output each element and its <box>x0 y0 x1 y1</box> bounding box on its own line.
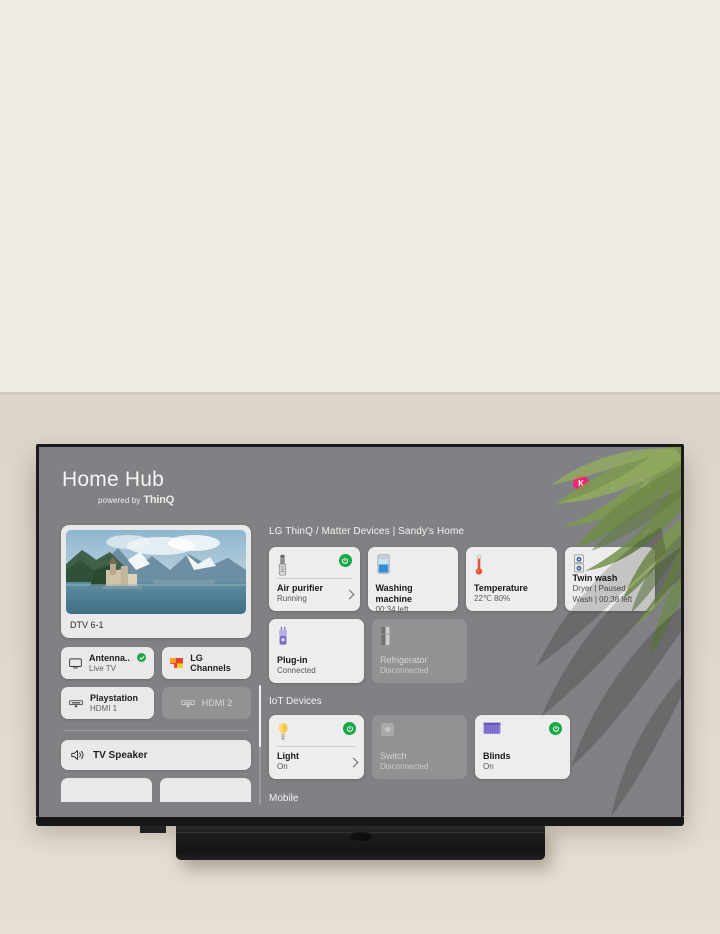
input-tile-partial[interactable] <box>61 778 152 802</box>
twin-wash-icon <box>573 554 584 573</box>
hdmi-icon <box>69 699 83 707</box>
device-status: Running <box>277 594 307 604</box>
app-branding: Home Hub powered by ThinQ <box>61 469 174 506</box>
device-name: Switch <box>380 751 407 762</box>
device-card-air-purifier[interactable]: Air purifier Running <box>269 547 360 611</box>
close-icon[interactable] <box>637 474 655 492</box>
device-card-temperature[interactable]: Temperature 22℃ 80% <box>466 547 557 611</box>
app-header: Home Hub powered by ThinQ K <box>61 469 655 515</box>
input-name: HDMI 2 <box>201 697 233 708</box>
device-status: 22℃ 80% <box>474 594 511 604</box>
input-name: Antenna.. <box>89 653 131 664</box>
device-status: On <box>277 762 288 772</box>
section-title-iot: IoT Devices <box>269 696 322 707</box>
device-card-refrigerator[interactable]: Refrigerator Disconnected <box>372 619 467 683</box>
inputs-panel: DTV 6-1 Antenna.. Live TV LG Channels Pl… <box>61 525 261 805</box>
plug-icon <box>279 626 287 645</box>
device-name: Refrigerator <box>380 655 428 666</box>
thinq-device-row-1: Air purifier Running Washing machine 00:… <box>269 547 655 614</box>
wall-upper <box>0 0 720 392</box>
refrigerator-icon <box>381 626 390 646</box>
input-tile-partial[interactable] <box>160 778 251 802</box>
device-name: Air purifier <box>277 583 324 594</box>
device-status: Disconnected <box>380 666 429 676</box>
home-hub-app: Home Hub powered by ThinQ K DTV 6-1 Ante… <box>39 447 681 817</box>
hub-body: DTV 6-1 Antenna.. Live TV LG Channels Pl… <box>61 525 655 805</box>
input-name: LG Channels <box>190 652 231 673</box>
lg-channels-icon <box>170 658 184 668</box>
card-divider <box>277 746 356 747</box>
devices-panel: LG ThinQ / Matter Devices | Sandy's Home <box>269 525 655 804</box>
tv-preview-card[interactable]: DTV 6-1 <box>61 525 251 638</box>
panel-divider <box>63 730 249 731</box>
device-card-plug-in[interactable]: Plug-in Connected <box>269 619 364 683</box>
device-status-secondary: Wash | 00:38 left <box>572 594 633 604</box>
card-divider <box>277 578 352 579</box>
device-status: Dryer | Paused <box>572 583 626 593</box>
kebab-menu-icon[interactable] <box>606 475 620 491</box>
iot-device-row: Light On Switch Disconnected Blinds On <box>269 715 655 779</box>
device-card-switch[interactable]: Switch Disconnected <box>372 715 467 779</box>
more-inputs-partial <box>61 778 251 802</box>
input-tiles: Antenna.. Live TV LG Channels Playstatio… <box>61 647 251 719</box>
device-status: Connected <box>277 666 316 676</box>
device-name: Plug-in <box>277 655 308 666</box>
speaker-icon <box>71 750 84 760</box>
power-toggle-on[interactable] <box>338 554 352 567</box>
tv-bezel: Home Hub powered by ThinQ K DTV 6-1 Ante… <box>36 444 684 826</box>
avatar[interactable]: K <box>573 475 589 491</box>
input-tile-hdmi2[interactable]: HDMI 2 <box>162 687 251 719</box>
audio-output-label: TV Speaker <box>93 749 148 761</box>
thinq-device-row-2: Plug-in Connected Refrigerator Disconnec… <box>269 619 655 683</box>
section-title-mobile: Mobile <box>269 793 299 804</box>
device-status: Disconnected <box>380 762 429 772</box>
preview-channel-label: DTV 6-1 <box>70 620 104 630</box>
air-purifier-icon <box>278 554 287 576</box>
input-sub: HDMI 1 <box>90 703 118 713</box>
soundbar-indicator <box>348 831 373 841</box>
device-card-blinds[interactable]: Blinds On <box>475 715 570 779</box>
audio-output-tv-speaker[interactable]: TV Speaker <box>61 740 251 770</box>
chevron-up-icon[interactable] <box>642 525 655 538</box>
device-card-twin-wash[interactable]: Twin wash Dryer | Paused Wash | 00:38 le… <box>564 547 655 611</box>
input-tile-lg-channels[interactable]: LG Channels <box>162 647 251 679</box>
hdmi-icon <box>180 699 195 707</box>
powered-by-thinq: powered by ThinQ <box>62 494 174 506</box>
thermometer-icon <box>475 554 483 575</box>
device-status: On <box>483 762 494 772</box>
tv-preview-image <box>66 530 246 614</box>
thinq-section-header: LG ThinQ / Matter Devices | Sandy's Home <box>269 525 655 538</box>
scrollbar-thumb[interactable] <box>258 685 261 747</box>
page-title: Home Hub <box>62 468 164 491</box>
device-name: Light <box>277 751 299 762</box>
thinq-brand: ThinQ <box>143 494 175 506</box>
device-status: 00:34 left <box>375 604 409 614</box>
washing-machine-icon <box>377 554 389 574</box>
tv-bottom-bezel <box>36 817 684 826</box>
tv-screen: Home Hub powered by ThinQ K DTV 6-1 Ante… <box>39 447 681 817</box>
header-actions: K <box>573 469 655 492</box>
blinds-icon <box>483 722 501 734</box>
device-name: Blinds <box>483 751 511 762</box>
powered-by-text: powered by <box>98 496 141 505</box>
power-toggle-on[interactable] <box>343 722 356 735</box>
soundbar <box>176 824 545 860</box>
section-title-thinq: LG ThinQ / Matter Devices | Sandy's Home <box>269 526 465 537</box>
device-card-washing-machine[interactable]: Washing machine 00:34 left <box>367 547 458 614</box>
device-card-light[interactable]: Light On <box>269 715 364 779</box>
device-name: Twin wash <box>572 573 618 583</box>
input-sub: Live TV <box>89 663 116 673</box>
input-tile-antenna[interactable]: Antenna.. Live TV <box>61 647 155 679</box>
left-panel-scrollbar[interactable] <box>258 685 261 805</box>
lightbulb-icon <box>278 723 288 740</box>
connected-check-icon <box>137 653 147 662</box>
tv-icon <box>69 657 82 668</box>
power-toggle-on[interactable] <box>549 722 562 735</box>
device-name: Temperature <box>474 583 528 594</box>
input-tile-playstation[interactable]: Playstation HDMI 1 <box>61 687 155 719</box>
input-name: Playstation <box>90 693 139 704</box>
television: Home Hub powered by ThinQ K DTV 6-1 Ante… <box>36 444 684 826</box>
switch-icon <box>380 722 395 737</box>
device-name: Washing machine <box>375 583 413 604</box>
